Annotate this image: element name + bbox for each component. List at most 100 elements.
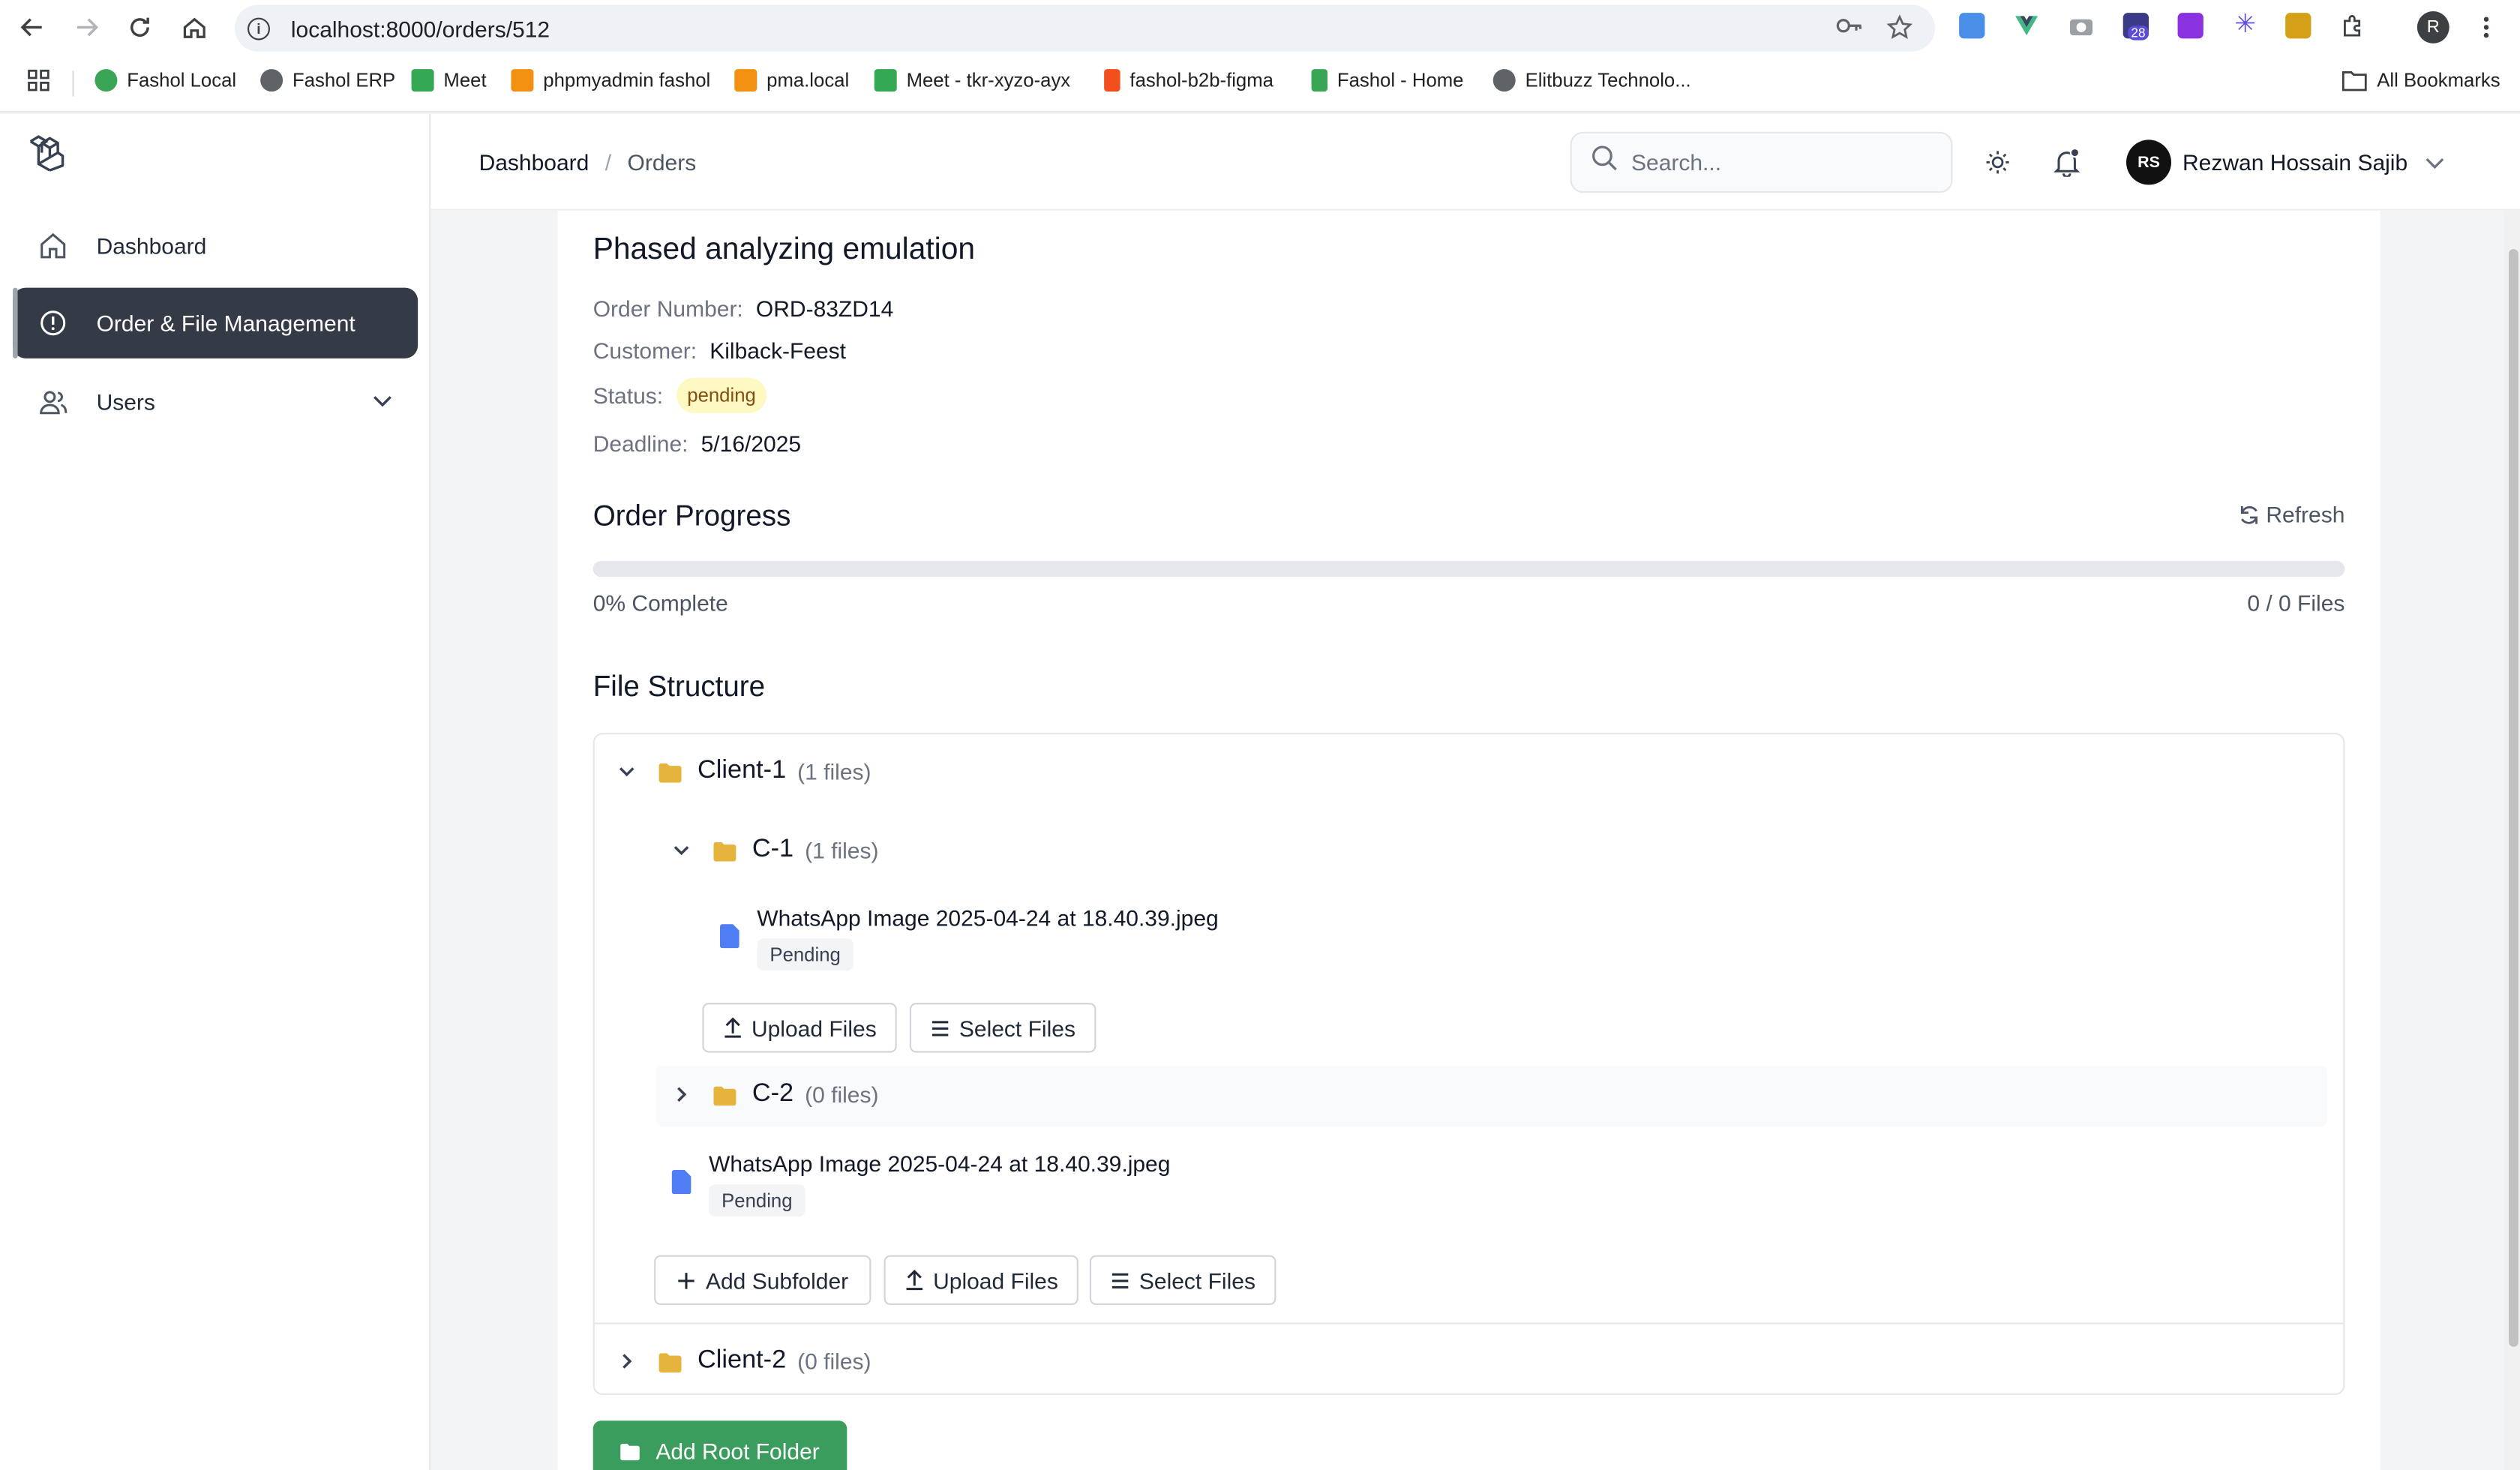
file-row[interactable]: WhatsApp Image 2025-04-24 at 18.40.39.jp… — [671, 1150, 1170, 1217]
chevron-down-icon — [2424, 151, 2446, 173]
folder-file-count: (0 files) — [805, 1082, 879, 1108]
bookmark-label: pma.local — [766, 69, 850, 92]
extension-download-icon[interactable] — [2177, 13, 2204, 39]
extension-fl-icon[interactable] — [1959, 13, 1985, 39]
fashol-local-favicon — [94, 69, 118, 92]
app-header: Dashboard / Orders RS Rezwan Hossain Saj… — [430, 114, 2520, 211]
folder-name: Client-1 — [698, 757, 787, 784]
extension-badge-icon[interactable]: 28 — [2122, 13, 2149, 40]
bookmark-label: fashol-b2b-figma — [1130, 69, 1274, 92]
bookmark-fashol-local[interactable]: Fashol Local — [94, 69, 236, 92]
progress-percent-text: 0% Complete — [592, 590, 728, 616]
deadline-value: 5/16/2025 — [700, 430, 802, 457]
profile-avatar[interactable]: R — [2416, 11, 2450, 44]
alert-circle-icon — [38, 308, 68, 338]
sidebar-item-label: Dashboard — [96, 232, 207, 259]
all-bookmarks-label: All Bookmarks — [2377, 69, 2500, 92]
meet-favicon — [411, 69, 434, 92]
bookmark-phpmyadmin[interactable]: phpmyadmin fashol — [511, 69, 710, 92]
order-number-row: Order Number: ORD-83ZD14 — [593, 296, 894, 321]
notifications-bell-icon[interactable] — [2048, 143, 2086, 182]
deadline-label: Deadline: — [592, 430, 688, 457]
button-label: Select Files — [958, 1015, 1076, 1041]
extensions-puzzle-icon[interactable] — [2340, 13, 2366, 38]
chevron-down-icon[interactable] — [672, 841, 692, 860]
site-info-icon[interactable]: i — [248, 16, 270, 40]
bookmark-label: Meet — [443, 69, 487, 92]
folder-name: C-1 — [752, 836, 794, 863]
apps-grid-icon[interactable] — [27, 69, 50, 92]
pma-favicon — [511, 69, 534, 92]
file-tree: Client-1 (1 files) C-1 (1 files) WhatsAp… — [592, 733, 2345, 1395]
active-indicator — [13, 287, 18, 358]
bookmark-figma[interactable]: fashol-b2b-figma — [1104, 69, 1274, 92]
select-files-button[interactable]: Select Files — [909, 1003, 1096, 1053]
order-number-label: Order Number: — [592, 296, 743, 322]
file-status-badge: Pending — [709, 1184, 806, 1217]
all-bookmarks[interactable]: All Bookmarks — [2342, 69, 2500, 92]
folder-name: Client-2 — [698, 1346, 787, 1375]
browser-menu-icon[interactable] — [2468, 10, 2504, 45]
page-scrollbar-thumb[interactable] — [2509, 249, 2518, 1347]
file-structure-heading: File Structure — [592, 670, 766, 703]
password-key-icon[interactable] — [1835, 14, 1864, 41]
search-box[interactable] — [1570, 131, 1953, 194]
reload-icon[interactable] — [122, 10, 158, 45]
status-row: Status: pending — [593, 377, 767, 413]
bookmark-pma-local[interactable]: pma.local — [734, 69, 849, 92]
figma-favicon — [1104, 69, 1120, 92]
bookmark-fashol-home[interactable]: Fashol - Home — [1311, 69, 1464, 92]
upload-files-button[interactable]: Upload Files — [702, 1003, 897, 1053]
search-input[interactable] — [1631, 149, 1921, 176]
folder-row-client-1[interactable]: Client-1 (1 files) — [617, 757, 872, 786]
chevron-down-icon[interactable] — [617, 762, 637, 782]
sidebar-item-dashboard[interactable]: Dashboard — [13, 211, 418, 281]
order-number-value: ORD-83ZD14 — [755, 296, 894, 322]
sidebar-item-users[interactable]: Users — [13, 367, 418, 437]
bookmark-star-icon[interactable] — [1886, 14, 1913, 45]
refresh-button[interactable]: Refresh — [2239, 502, 2344, 527]
bookmark-elitbuzz[interactable]: Elitbuzz Technolo... — [1492, 69, 1691, 92]
chevron-right-icon[interactable] — [672, 1084, 692, 1104]
button-label: Upload Files — [751, 1015, 877, 1041]
extension-sparkle-icon[interactable]: ✳ — [2232, 12, 2258, 38]
avatar: RS — [2126, 140, 2171, 185]
chevron-down-icon[interactable] — [370, 387, 395, 418]
folder-row-c-2[interactable]: C-2 (0 files) — [672, 1080, 879, 1109]
file-row[interactable]: WhatsApp Image 2025-04-24 at 18.40.39.jp… — [720, 904, 1219, 971]
breadcrumb-dashboard[interactable]: Dashboard — [479, 149, 590, 175]
customer-value: Kilback-Feest — [710, 338, 846, 364]
chevron-right-icon[interactable] — [617, 1352, 637, 1371]
folder-outline-icon — [2342, 71, 2367, 92]
breadcrumb: Dashboard / Orders — [479, 149, 697, 175]
sidebar-item-order-file-management[interactable]: Order & File Management — [13, 287, 418, 358]
progress-files-text: 0 / 0 Files — [2247, 590, 2345, 616]
back-icon[interactable] — [14, 10, 50, 45]
upload-files-button[interactable]: Upload Files — [884, 1255, 1078, 1305]
customer-label: Customer: — [592, 338, 698, 364]
home-nav-icon[interactable] — [177, 10, 212, 45]
upload-icon — [722, 1017, 742, 1038]
folder-file-count: (1 files) — [805, 837, 879, 863]
user-menu[interactable]: RS Rezwan Hossain Sajib — [2126, 140, 2446, 185]
folder-icon — [658, 762, 682, 783]
folder-row-client-2[interactable]: Client-2 (0 files) — [617, 1347, 872, 1376]
add-root-folder-button[interactable]: Add Root Folder — [592, 1420, 848, 1470]
add-subfolder-button[interactable]: Add Subfolder — [654, 1255, 872, 1305]
folder-icon — [620, 1442, 640, 1460]
extension-camera-icon[interactable] — [2068, 13, 2094, 38]
main-content: Phased analyzing emulation Order Number:… — [430, 210, 2504, 1470]
folder-row-c-1[interactable]: C-1 (1 files) — [672, 836, 879, 865]
bookmark-meet[interactable]: Meet — [411, 69, 487, 92]
bookmark-fashol-erp[interactable]: Fashol ERP — [260, 69, 395, 92]
theme-toggle-sun-icon[interactable] — [1978, 143, 2017, 182]
bookmark-meet-room[interactable]: Meet - tkr-xyzo-ayx — [874, 69, 1070, 92]
refresh-icon — [2239, 504, 2260, 525]
select-files-button[interactable]: Select Files — [1089, 1255, 1276, 1305]
address-bar[interactable]: i localhost:8000/orders/512 — [234, 4, 1935, 52]
app-logo-icon[interactable] — [26, 134, 68, 176]
bookmark-label: Fashol ERP — [292, 69, 396, 92]
extension-card-icon[interactable] — [2285, 13, 2312, 39]
extension-vue-icon[interactable] — [2014, 13, 2039, 38]
forward-icon[interactable] — [69, 10, 104, 45]
